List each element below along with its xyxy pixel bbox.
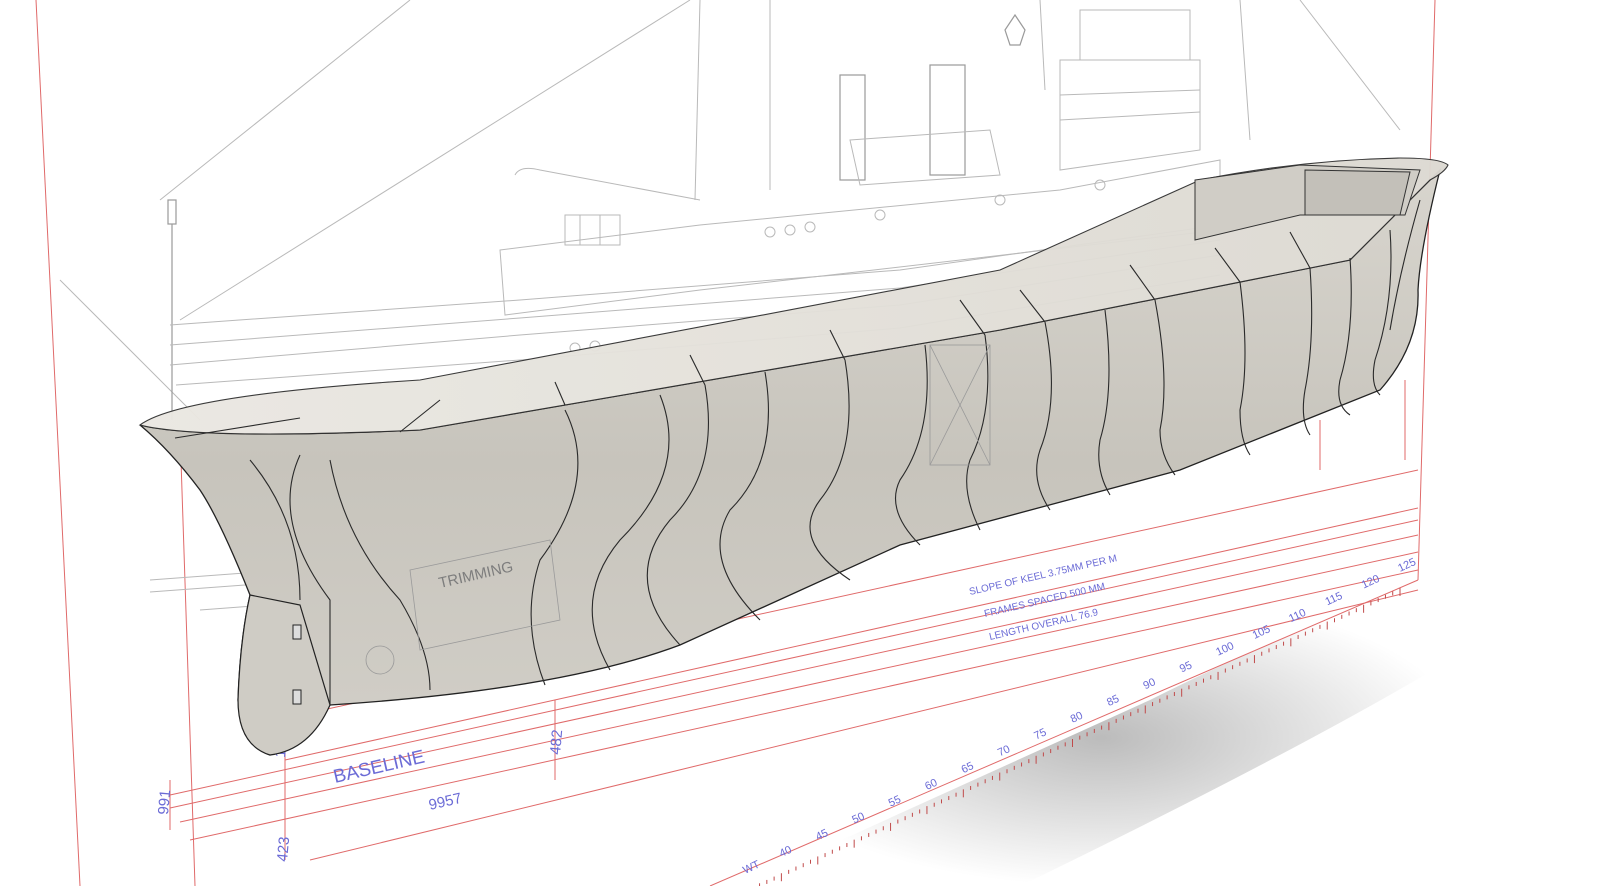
- frame-scale-label: 60: [923, 777, 939, 793]
- frame-scale-label: 95: [1178, 659, 1194, 675]
- dimension-9957: 9957: [427, 790, 463, 814]
- frame-scale-label: 125: [1396, 556, 1418, 575]
- sheet-border-left: [35, 0, 81, 887]
- viewport[interactable]: BASELINE 9957 482 1618 991 423 SLOPE OF …: [0, 0, 1619, 891]
- frame-scale-label: WT: [741, 858, 762, 876]
- ship-drawing-canvas: BASELINE 9957 482 1618 991 423 SLOPE OF …: [35, 0, 1463, 891]
- frame-scale-label: 55: [887, 794, 903, 810]
- baseline-label: BASELINE: [331, 747, 426, 788]
- dimension-991: 991: [155, 789, 174, 815]
- frame-scale-label: 85: [1105, 693, 1121, 709]
- frame-scale-label: 45: [814, 827, 830, 843]
- frame-scale-label: 115: [1323, 590, 1344, 608]
- frame-scale-label: 100: [1214, 640, 1236, 659]
- frame-scale-label: 65: [960, 760, 976, 776]
- frame-scale-label: 40: [778, 844, 794, 860]
- sheet-border-right: [1417, 0, 1436, 581]
- dimension-423: 423: [274, 836, 293, 862]
- frame-scale-label: 90: [1141, 676, 1157, 692]
- dimension-482: 482: [547, 729, 566, 755]
- frame-scale-label: 80: [1069, 710, 1085, 726]
- frame-scale-label: 110: [1287, 607, 1308, 625]
- frame-scale-label: 120: [1360, 573, 1382, 592]
- frame-scale-label: 75: [1032, 726, 1048, 742]
